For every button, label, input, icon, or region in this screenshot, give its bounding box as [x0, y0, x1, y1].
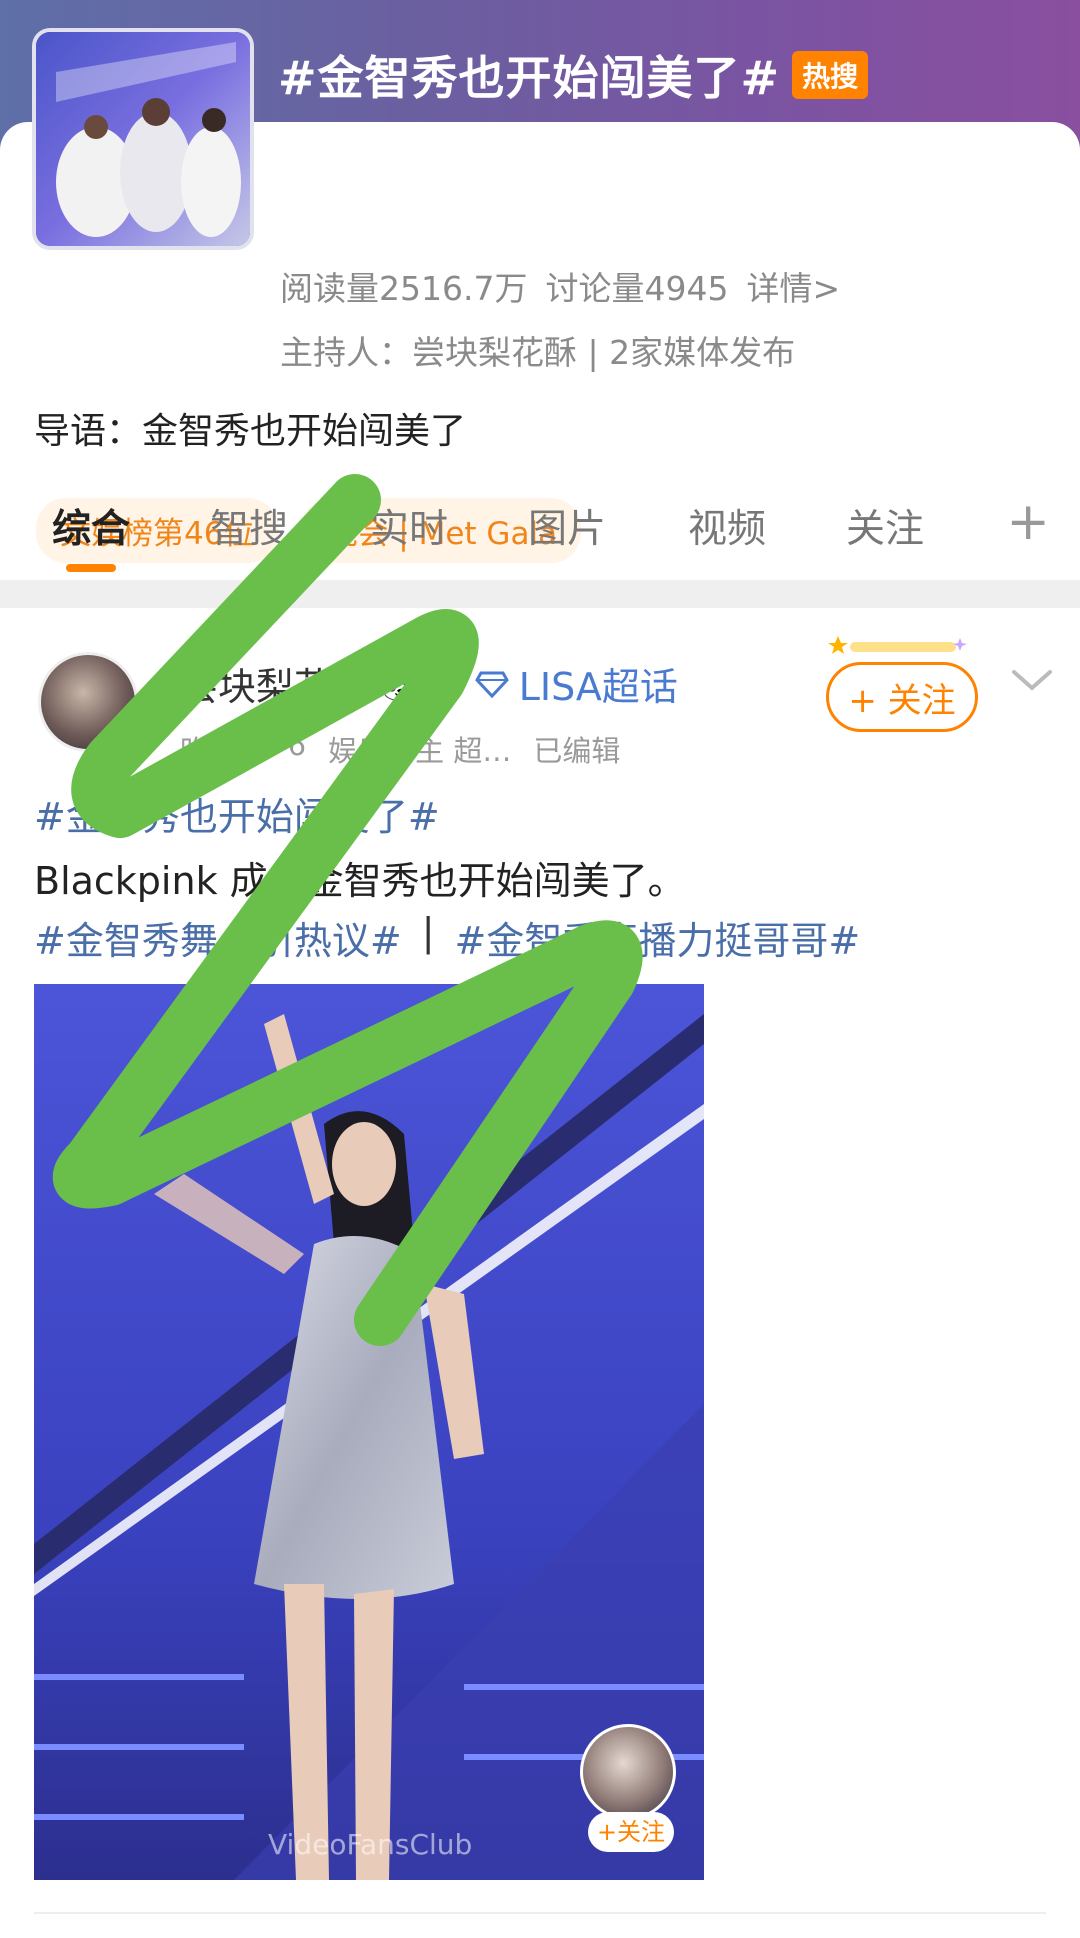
post-time-tail: 6 [287, 728, 307, 762]
topic-cover-image[interactable] [32, 28, 254, 250]
diamond-icon [474, 671, 509, 698]
post-time: 昨天 2 [180, 734, 266, 768]
author-role: 娱乐博主 超… [328, 734, 512, 768]
author-emoji-badges: 🐼🦈 [380, 663, 465, 704]
author-name[interactable]: 尝块梨花酥 [180, 656, 370, 711]
topic-title-row: #金智秀也开始闯美了# 热搜 [278, 40, 869, 110]
verified-badge-icon: V [110, 722, 144, 756]
chevron-down-icon[interactable] [1010, 666, 1054, 696]
details-link[interactable]: 详情> [746, 262, 840, 310]
tab-bar: 综合 智搜 实时 图片 视频 关注 + [0, 476, 1080, 576]
tab-images[interactable]: 图片 [528, 498, 606, 554]
topic-intro: 导语：金智秀也开始闯美了 [34, 411, 467, 452]
tab-following[interactable]: 关注 [846, 498, 924, 554]
topic-stats: 阅读量2516.7万 讨论量4945 详情> [280, 262, 840, 310]
post-hashtag-stage[interactable]: #金智秀舞台引热议# [34, 910, 402, 965]
add-tab-icon[interactable]: + [1006, 492, 1050, 552]
post-hashtag-row: #金智秀舞台引热议# | #金智秀直播力挺哥哥# [34, 910, 860, 965]
post-meta: 昨天 2 6 娱乐博主 超… 已编辑 [180, 728, 620, 770]
follow-button[interactable]: + 关注 [826, 662, 978, 732]
super-topic-link[interactable]: LISA超话 [519, 656, 678, 711]
post-bottom-divider [34, 1912, 1046, 1914]
author-row: 尝块梨花酥 🐼🦈 LISA超话 [180, 656, 678, 711]
active-tab-indicator [66, 564, 116, 572]
video-uploader-avatar[interactable] [580, 1724, 676, 1820]
post-hashtag-livestream[interactable]: #金智秀直播力挺哥哥# [455, 910, 861, 965]
tab-smart-search[interactable]: 智搜 [210, 498, 288, 554]
tab-realtime[interactable]: 实时 [370, 498, 448, 554]
section-divider [0, 580, 1080, 608]
post-hashtag-topic[interactable]: #金智秀也开始闯美了# [34, 786, 440, 841]
hashtag-separator: | [421, 910, 435, 954]
hot-badge: 热搜 [792, 51, 869, 99]
discussion-count: 讨论量4945 [545, 269, 729, 308]
topic-title: #金智秀也开始闯美了# [278, 51, 781, 105]
edited-label: 已编辑 [533, 734, 621, 768]
tab-videos[interactable]: 视频 [688, 498, 766, 554]
tab-comprehensive[interactable]: 综合 [52, 498, 130, 554]
follow-decoration-icon [828, 636, 967, 654]
post-body-text: Blackpink 成员金智秀也开始闯美了。 [34, 859, 686, 903]
read-count: 阅读量2516.7万 [280, 269, 528, 308]
topic-host[interactable]: 主持人：尝块梨花酥 | 2家媒体发布 [280, 326, 795, 374]
video-follow-button[interactable]: +关注 [588, 1812, 674, 1852]
video-watermark: VideoFansClub [268, 1828, 473, 1861]
